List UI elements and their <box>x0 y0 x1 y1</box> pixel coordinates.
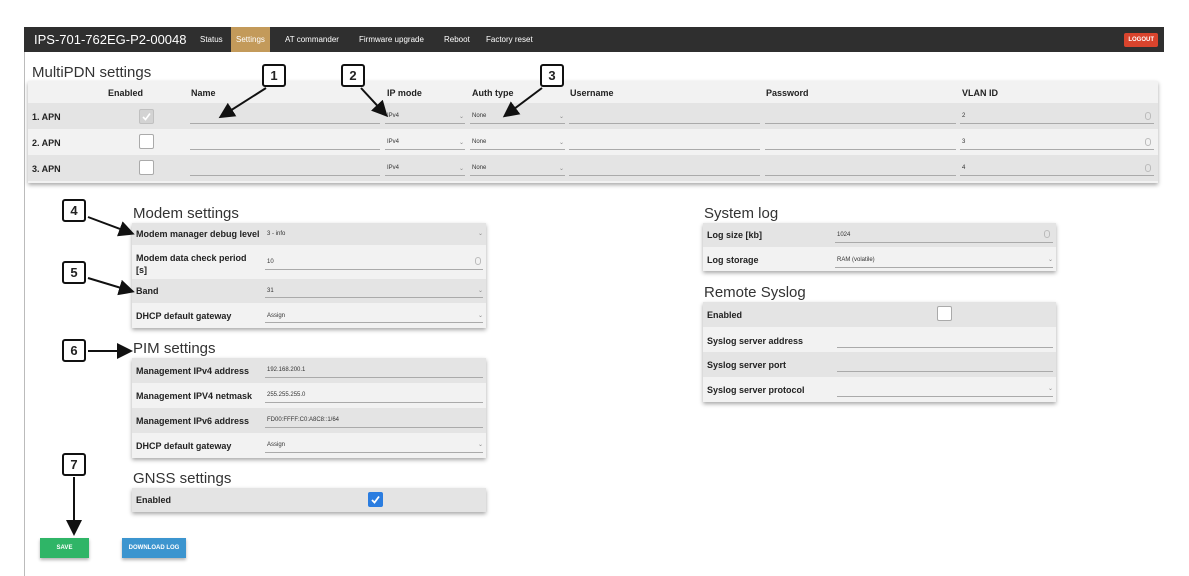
callout-5: 5 <box>62 261 86 284</box>
callout-6: 6 <box>62 339 86 362</box>
callout-1: 1 <box>262 64 286 87</box>
callout-3-arrow <box>502 87 543 118</box>
callout-2-arrow <box>360 87 388 117</box>
callout-1-arrow <box>218 87 267 119</box>
callout-3: 3 <box>540 64 564 87</box>
callout-5-arrow <box>87 277 135 296</box>
callout-7: 7 <box>62 453 86 476</box>
callout-4: 4 <box>62 199 86 222</box>
callout-4-arrow <box>87 216 135 237</box>
callout-2: 2 <box>341 64 365 87</box>
callout-arrows <box>66 87 543 536</box>
